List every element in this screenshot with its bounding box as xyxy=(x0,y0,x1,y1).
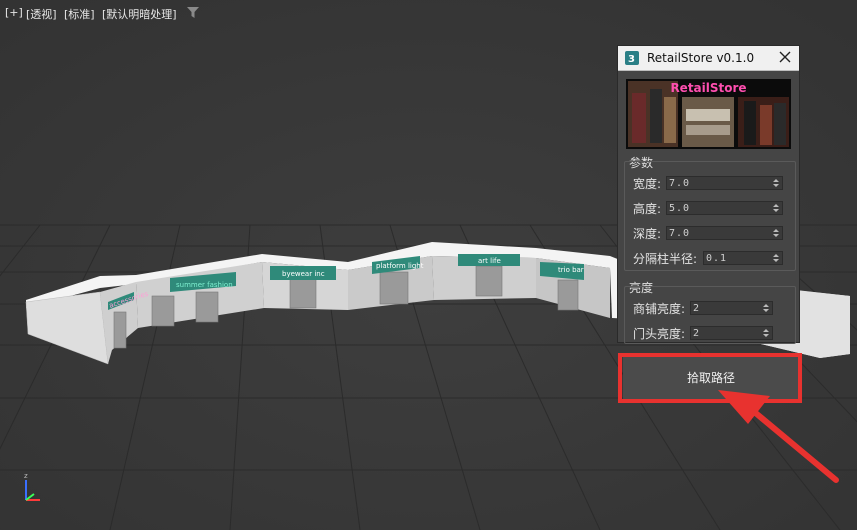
spinner-arrows-icon[interactable] xyxy=(762,327,770,339)
viewport-shading-menu[interactable]: [默认明暗处理] xyxy=(102,6,177,22)
sign-3: byewear inc xyxy=(282,270,325,278)
retailstore-dialog: 3 RetailStore v0.1.0 RetailStore 参数 宽度: xyxy=(617,45,800,344)
sign-brightness-spinner[interactable] xyxy=(690,326,773,340)
close-icon[interactable] xyxy=(777,49,793,65)
depth-label: 深度: xyxy=(633,227,662,241)
svg-text:3: 3 xyxy=(628,54,635,65)
sign-4: platform light xyxy=(376,262,424,270)
spinner-arrows-icon[interactable] xyxy=(772,252,780,264)
height-spinner[interactable] xyxy=(666,201,783,215)
retailstore-banner-image: RetailStore xyxy=(626,79,791,149)
height-label: 高度: xyxy=(633,202,662,216)
pillar-radius-spinner[interactable] xyxy=(703,251,783,265)
sign-6: trio bar xyxy=(558,266,584,274)
pillar-radius-input[interactable] xyxy=(706,252,770,264)
shop-brightness-spinner[interactable] xyxy=(690,301,773,315)
width-input[interactable] xyxy=(669,177,770,189)
banner-title: RetailStore xyxy=(670,81,747,95)
sign-2: summer fashion xyxy=(176,281,233,289)
pick-path-button[interactable]: 拾取路径 xyxy=(623,357,799,399)
spinner-arrows-icon[interactable] xyxy=(762,302,770,314)
depth-spinner[interactable] xyxy=(666,226,783,240)
dialog-title: RetailStore v0.1.0 xyxy=(647,51,755,65)
width-spinner[interactable] xyxy=(666,176,783,190)
viewport-standard-menu[interactable]: [标准] xyxy=(64,6,95,22)
shop-brightness-label: 商铺亮度: xyxy=(633,302,686,316)
sign-brightness-input[interactable] xyxy=(693,327,760,339)
3dsmax-app-icon: 3 xyxy=(625,51,639,65)
svg-text:z: z xyxy=(24,472,28,480)
height-input[interactable] xyxy=(669,202,770,214)
viewport-plus-menu[interactable]: [+] xyxy=(5,6,23,19)
viewport-view-menu[interactable]: [透视] xyxy=(26,6,57,22)
filter-icon[interactable] xyxy=(187,7,199,18)
width-label: 宽度: xyxy=(633,177,662,191)
depth-input[interactable] xyxy=(669,227,770,239)
sign-5: art life xyxy=(478,257,501,265)
spinner-arrows-icon[interactable] xyxy=(772,177,780,189)
spinner-arrows-icon[interactable] xyxy=(772,227,780,239)
spinner-arrows-icon[interactable] xyxy=(772,202,780,214)
sign-brightness-label: 门头亮度: xyxy=(633,327,686,341)
dialog-titlebar[interactable]: 3 RetailStore v0.1.0 xyxy=(618,46,799,71)
shop-brightness-input[interactable] xyxy=(693,302,760,314)
pillar-radius-label: 分隔柱半径: xyxy=(633,252,698,266)
